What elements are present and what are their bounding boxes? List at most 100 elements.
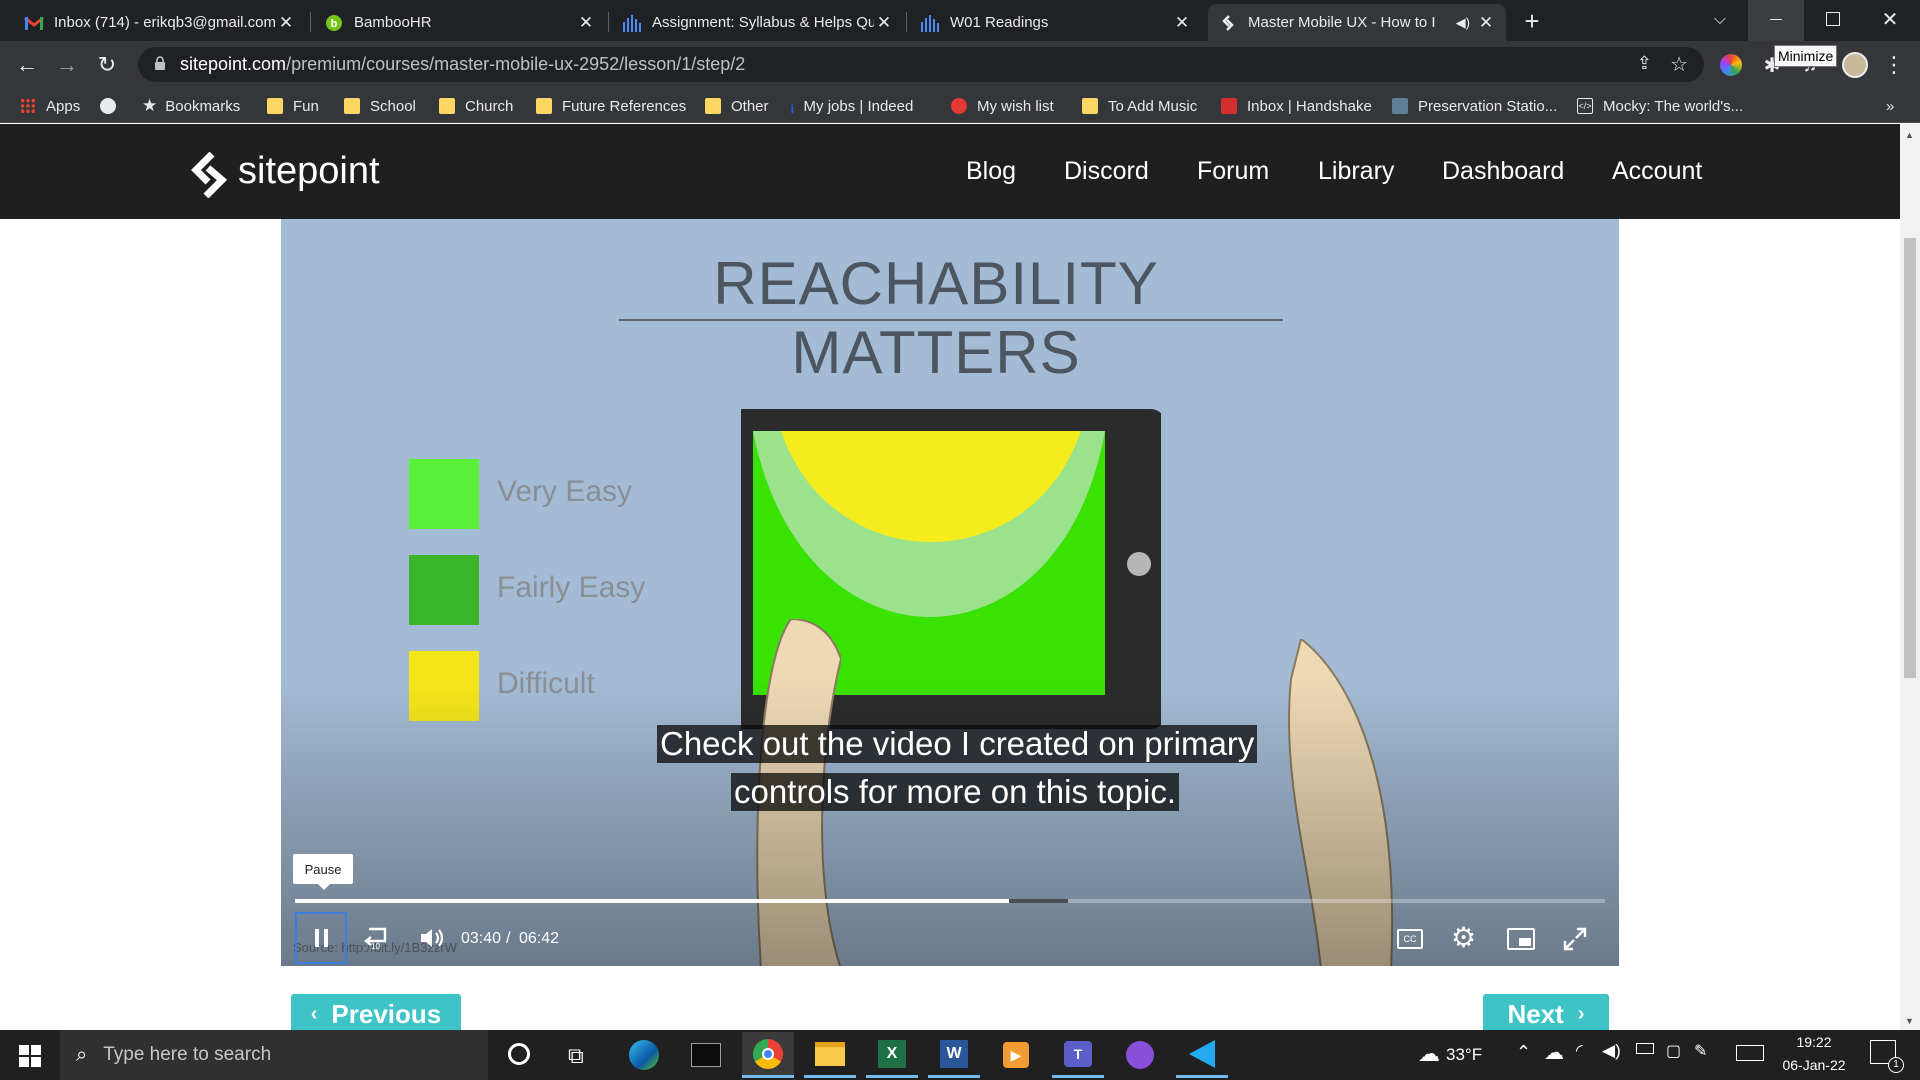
close-tab-icon[interactable]: ✕ <box>276 13 296 33</box>
pause-icon <box>314 929 328 947</box>
close-tab-icon[interactable]: ✕ <box>874 13 894 33</box>
search-placeholder: Type here to search <box>103 1044 272 1065</box>
close-window-button[interactable]: ✕ <box>1874 3 1906 35</box>
color-picker-extension-icon[interactable] <box>1720 54 1742 76</box>
new-tab-button[interactable]: + <box>1516 5 1548 37</box>
nav-blog[interactable]: Blog <box>966 157 1016 186</box>
volume-button[interactable] <box>419 926 449 952</box>
taskbar-edge-icon[interactable] <box>618 1032 670 1078</box>
bookmark-bookmarks[interactable]: ★ Bookmarks <box>142 94 240 118</box>
previous-button[interactable]: ‹ Previous <box>291 994 461 1034</box>
show-hidden-icons-chevron-icon[interactable]: ⌃ <box>1516 1042 1531 1063</box>
rewind-10-button[interactable]: 10 <box>363 925 393 953</box>
scroll-down-icon[interactable]: ▼ <box>1905 1016 1914 1026</box>
nav-forum[interactable]: Forum <box>1197 157 1269 186</box>
chrome-menu-icon[interactable]: ⋮ <box>1878 49 1910 81</box>
picture-in-picture-icon[interactable] <box>1507 928 1535 950</box>
bookmark-star-icon[interactable]: ☆ <box>1670 52 1688 77</box>
scroll-up-icon[interactable]: ▲ <box>1905 130 1914 140</box>
close-tab-icon[interactable]: ✕ <box>1476 13 1496 33</box>
taskbar-excel-icon[interactable]: X <box>866 1032 918 1078</box>
reload-icon[interactable]: ↻ <box>91 49 123 81</box>
meet-now-icon[interactable]: ▢ <box>1666 1041 1681 1061</box>
bookmark-folder-future-references[interactable]: Future References <box>536 94 686 118</box>
nav-dashboard[interactable]: Dashboard <box>1442 157 1564 186</box>
back-icon[interactable]: ← <box>11 49 43 81</box>
next-button[interactable]: Next › <box>1483 994 1609 1034</box>
weather-cloud-icon[interactable]: ☁ <box>1418 1041 1440 1067</box>
bookmark-preservation[interactable]: Preservation Statio... <box>1392 94 1557 118</box>
nav-discord[interactable]: Discord <box>1064 157 1149 186</box>
temperature[interactable]: 33°F <box>1446 1045 1482 1065</box>
wifi-icon[interactable]: ◜ <box>1576 1041 1583 1061</box>
site-logo-text[interactable]: sitepoint <box>238 150 380 193</box>
cortana-icon[interactable] <box>508 1043 530 1065</box>
pause-tooltip: Pause <box>293 854 353 884</box>
close-tab-icon[interactable]: ✕ <box>1172 13 1192 33</box>
bookmark-folder-school[interactable]: School <box>344 94 416 118</box>
restore-icon[interactable] <box>1826 12 1840 26</box>
speaker-icon[interactable]: ◀) <box>1602 1041 1621 1061</box>
tab-gmail[interactable]: Inbox (714) - erikqb3@gmail.com ✕ <box>14 4 306 41</box>
onedrive-icon[interactable]: ☁ <box>1544 1040 1564 1065</box>
fullscreen-icon[interactable] <box>1563 927 1587 951</box>
audio-playing-icon[interactable]: ◀) <box>1456 15 1470 31</box>
svg-text:b: b <box>331 18 338 30</box>
captions-button[interactable]: CC <box>1397 929 1423 949</box>
bookmark-folder-fun[interactable]: Fun <box>267 94 319 118</box>
sitepoint-logo-icon[interactable] <box>190 151 230 199</box>
share-icon[interactable]: ⇪ <box>1637 53 1652 74</box>
bookmark-apps[interactable]: Apps <box>20 94 80 118</box>
clock-time[interactable]: 19:22 <box>1784 1034 1844 1050</box>
video-player[interactable]: REACHABILITY MATTERS Very Easy Fairly Ea… <box>281 219 1619 966</box>
taskbar-chrome-icon[interactable] <box>742 1032 794 1078</box>
tab-w01-readings[interactable]: W01 Readings ✕ <box>910 4 1202 41</box>
taskbar-vscode-icon[interactable] <box>1176 1032 1228 1078</box>
taskbar-terminal-icon[interactable] <box>680 1032 732 1078</box>
bookmark-indeed[interactable]: ᵢ My jobs | Indeed <box>791 94 913 118</box>
bookmark-folder-other[interactable]: Other <box>705 94 769 118</box>
taskbar-file-explorer-icon[interactable] <box>804 1032 856 1078</box>
tab-bamboohr[interactable]: b BambooHR ✕ <box>314 4 606 41</box>
bookmark-wish-list[interactable]: My wish list <box>951 94 1054 118</box>
bookmark-folder-church[interactable]: Church <box>439 94 513 118</box>
bookmark-mocky[interactable]: </> Mocky: The world's... <box>1577 94 1743 118</box>
caption-line-2: controls for more on this topic. <box>731 773 1180 811</box>
pen-icon[interactable]: ✎ <box>1694 1041 1707 1061</box>
folder-icon <box>1082 98 1098 114</box>
profile-avatar[interactable] <box>1842 52 1868 78</box>
preservation-icon <box>1392 98 1408 114</box>
taskbar-github-desktop-icon[interactable] <box>1114 1032 1166 1078</box>
address-bar[interactable]: sitepoint.com/premium/courses/master-mob… <box>138 47 1704 82</box>
taskbar-search-box[interactable]: ⌕ Type here to search <box>60 1030 488 1080</box>
pause-button[interactable] <box>295 912 347 964</box>
mocky-icon: </> <box>1577 98 1593 114</box>
tab-search-icon[interactable]: ⌵ <box>1704 4 1736 36</box>
gmail-icon <box>24 13 44 33</box>
settings-gear-icon[interactable]: ⚙ <box>1451 923 1481 953</box>
nav-library[interactable]: Library <box>1318 157 1394 186</box>
page-scrollbar[interactable]: ▲ ▼ <box>1900 124 1920 1030</box>
windows-start-icon[interactable] <box>19 1045 41 1067</box>
task-view-icon[interactable]: ⧉ <box>568 1043 584 1069</box>
bookmark-label: School <box>370 97 416 115</box>
touch-keyboard-icon[interactable] <box>1736 1045 1764 1061</box>
tab-master-mobile-ux[interactable]: Master Mobile UX - How to I ◀) ✕ <box>1208 4 1506 41</box>
canvas-icon <box>920 13 940 33</box>
nav-account[interactable]: Account <box>1612 157 1702 186</box>
forward-icon[interactable]: → <box>51 49 83 81</box>
minimize-button[interactable] <box>1748 0 1804 41</box>
close-tab-icon[interactable]: ✕ <box>576 13 596 33</box>
taskbar-media-player-icon[interactable]: ▶ <box>990 1032 1042 1078</box>
taskbar-teams-icon[interactable]: T <box>1052 1032 1104 1078</box>
tab-assignment[interactable]: Assignment: Syllabus & Helps Qu ✕ <box>612 4 904 41</box>
bookmark-folder-to-add-music[interactable]: To Add Music <box>1082 94 1197 118</box>
bookmark-handshake[interactable]: Inbox | Handshake <box>1221 94 1372 118</box>
scrollbar-thumb[interactable] <box>1904 238 1916 678</box>
bookmarks-overflow[interactable]: » <box>1886 94 1894 118</box>
taskbar-word-icon[interactable]: W <box>928 1032 980 1078</box>
battery-icon[interactable] <box>1636 1043 1654 1054</box>
seek-bar[interactable] <box>295 899 1605 903</box>
clock-date[interactable]: 06-Jan-22 <box>1776 1057 1852 1073</box>
bookmark-github[interactable] <box>100 94 126 118</box>
